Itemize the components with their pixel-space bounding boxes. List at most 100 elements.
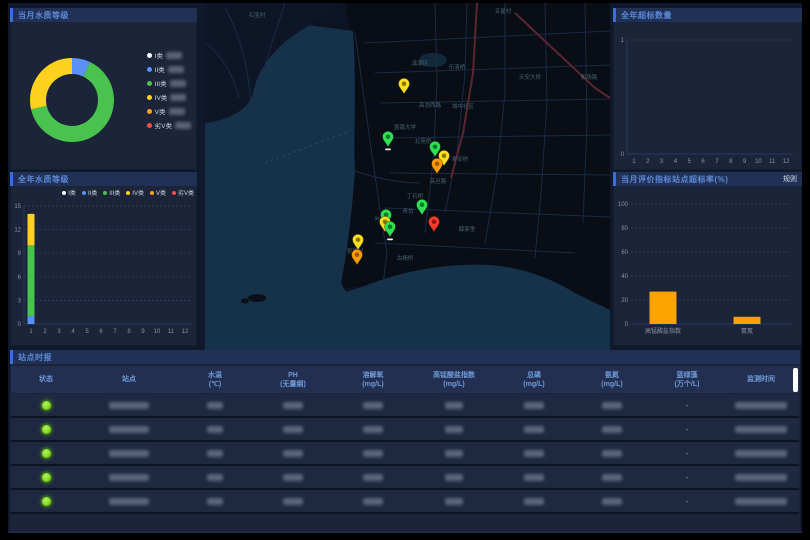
pin-selected-mark [387,239,393,241]
rate-bar-氨氮[interactable] [734,317,761,324]
axis-label: 6 [18,275,22,281]
title-accent-bar [10,8,13,22]
panel-month-rate: 当月评价指标站点超标率(%) 规则 020406080100高锰酸盐指数氨氮 [613,172,802,346]
legend-label: II类 [88,188,97,197]
redacted-value [445,474,463,481]
axis-label: 12 [783,159,790,165]
legend-item-I类[interactable]: I类 [62,188,76,197]
status-normal-dot [42,425,51,434]
redacted-value [524,450,544,457]
legend-item-III类[interactable]: III类 [147,78,191,88]
legend-item-II类[interactable]: II类 [147,64,191,74]
redacted-value [445,450,463,457]
redacted-cell [253,402,333,409]
panel-title-bar: 当月评价指标站点超标率(%) 规则 [613,172,802,186]
legend-item-劣V类[interactable]: 劣V类 [147,120,191,130]
redacted-value [109,450,149,457]
redacted-value [602,474,622,481]
map-place-label: 城中社区 [452,102,475,110]
redacted-count [170,80,186,87]
map-place-label: 溪湖区 [412,59,429,67]
redacted-count [175,122,191,129]
redacted-value [283,450,303,457]
column-header-6: 高锰酸盐指数(mg/L) [413,371,495,389]
redacted-value [283,426,303,433]
legend-item-III类[interactable]: III类 [103,188,120,197]
city-map[interactable]: 石宝村五星村溪湖区乐清桥天安大桥机场路城中社区高浩西路暨南大学北苑桥寿安桥高旦路… [205,3,610,350]
stacked-bar-IV类[interactable] [28,214,35,245]
table-scrollbar-thumb[interactable] [793,368,798,392]
legend-item-V类[interactable]: V类 [147,106,191,116]
panel-year-quality: 全年水质等级 I类II类III类IV类V类劣V类 036912151234567… [10,172,197,346]
table-row[interactable]: - [11,418,799,442]
axis-label: 11 [769,159,776,165]
rules-link[interactable]: 规则 [783,174,797,184]
redacted-cell [253,450,333,457]
redacted-cell [413,402,495,409]
legend-item-IV类[interactable]: IV类 [126,188,144,197]
legend-item-劣V类[interactable]: 劣V类 [172,188,194,197]
axis-label: 80 [621,226,628,232]
status-normal-dot [42,473,51,482]
table-row[interactable]: - [11,394,799,418]
legend-item-I类[interactable]: I类 [147,50,191,60]
map-place-label: 古杨桥 [397,254,414,262]
dashboard: 当月水质等级 I类II类III类IV类V类劣V类 全年水质等级 I类II类III… [0,0,810,540]
redacted-cell [413,474,495,481]
legend-dot [147,81,152,86]
axis-label: 2 [646,159,650,165]
axis-label: 9 [141,329,145,335]
year-quality-bar-chart: 03691215123456789101112 [10,198,197,346]
redacted-cell [495,474,573,481]
map-container[interactable]: 石宝村五星村溪湖区乐清桥天安大桥机场路城中社区高浩西路暨南大学北苑桥寿安桥高旦路… [205,3,610,350]
redacted-cell [723,498,799,505]
column-header-8: 氨氮(mg/L) [573,371,651,389]
legend-dot [147,53,152,58]
no-data-dash: - [686,401,689,410]
column-header-1: 状态 [11,375,81,384]
legend-label: IV类 [132,188,144,197]
redacted-value [445,498,463,505]
redacted-cell [81,474,177,481]
redacted-value [735,426,787,433]
column-header-7: 总磷(mg/L) [495,371,573,389]
legend-dot [103,191,107,195]
column-header-5: 溶解氧(mg/L) [333,371,413,389]
axis-label: 3 [18,298,22,304]
redacted-count [168,66,184,73]
panel-month-quality: 当月水质等级 I类II类III类IV类V类劣V类 [10,8,197,170]
dashboard-background: 当月水质等级 I类II类III类IV类V类劣V类 全年水质等级 I类II类III… [8,3,802,533]
redacted-count [166,52,182,59]
no-data-dash: - [686,449,689,458]
table-row[interactable]: - [11,466,799,490]
stacked-bar-II类[interactable] [28,316,35,324]
redacted-cell [333,426,413,433]
legend-label: 劣V类 [178,188,194,197]
map-place-label: 高浩西路 [419,101,442,109]
donut-slice-IV类[interactable] [30,58,72,109]
legend-item-V类[interactable]: V类 [150,188,166,197]
no-data-dash: - [686,473,689,482]
axis-label: 1 [621,38,625,44]
map-place-label: 乐清桥 [449,63,466,71]
legend-label: 劣V类 [155,120,172,130]
redacted-cell [333,474,413,481]
legend-item-II类[interactable]: II类 [82,188,97,197]
map-place-label: 青坊 [402,207,414,215]
rate-bar-高锰酸盐指数[interactable] [650,292,677,324]
axis-label: 6 [701,159,705,165]
redacted-cell [413,498,495,505]
column-header-4: PH(无量纲) [253,371,333,389]
station-report-table: 站点时报 状态站点水温(℃)PH(无量纲)溶解氧(mg/L)高锰酸盐指数(mg/… [10,350,800,531]
stacked-bar-III类[interactable] [28,245,35,316]
legend-item-IV类[interactable]: IV类 [147,92,191,102]
redacted-cell [333,450,413,457]
redacted-cell [81,450,177,457]
redacted-cell [333,498,413,505]
table-row[interactable]: - [11,490,799,514]
axis-label: 7 [715,159,719,165]
map-place-label: 石宝村 [249,11,266,19]
table-row[interactable]: - [11,442,799,466]
axis-label: 2 [43,329,47,335]
axis-label: 8 [729,159,733,165]
